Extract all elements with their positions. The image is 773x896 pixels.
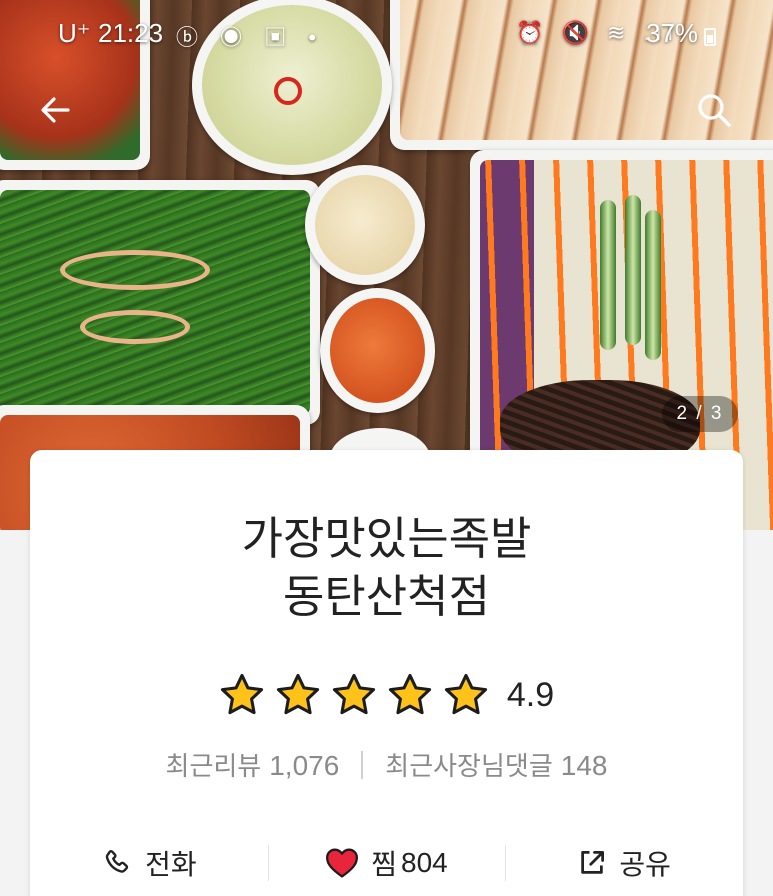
phone-icon xyxy=(105,849,129,873)
store-name: 가장맛있는족발 동탄산척점 xyxy=(30,510,743,626)
rating-value: 4.9 xyxy=(506,675,555,714)
food-photo-shrimp-sauce-bowl xyxy=(320,288,435,413)
recent-reviews-count: 1,076 xyxy=(269,750,340,781)
action-bar: 전화 찜 804 공유 xyxy=(30,835,743,891)
food-photo-chive-tray xyxy=(0,180,320,425)
star-icon xyxy=(276,673,319,715)
share-button[interactable]: 공유 xyxy=(505,835,743,891)
gallery-page-indicator: 2 / 3 xyxy=(662,396,738,432)
battery-icon xyxy=(704,28,716,46)
recent-reviews[interactable]: 최근리뷰 1,076 xyxy=(166,746,340,783)
favorite-count: 804 xyxy=(401,847,448,878)
share-label: 공유 xyxy=(619,848,671,881)
owner-replies-label: 최근사장님댓글 xyxy=(385,752,553,782)
review-stats[interactable]: 최근리뷰 1,076 최근사장님댓글 148 xyxy=(30,746,743,783)
battery-percent: 37% xyxy=(646,18,699,48)
store-info-card: 가장맛있는족발 동탄산척점 4.9 최근리뷰 1,076 최근사장님댓글 148 전… xyxy=(30,450,743,896)
owner-replies-count: 148 xyxy=(560,750,608,781)
recent-reviews-label: 최근리뷰 xyxy=(165,752,262,782)
arrow-left-icon xyxy=(41,97,70,123)
star-icon xyxy=(332,673,375,715)
owner-replies[interactable]: 최근사장님댓글 148 xyxy=(385,746,607,783)
store-name-line1: 가장맛있는족발 xyxy=(241,512,532,565)
search-button[interactable] xyxy=(690,86,738,134)
store-name-line2: 동탄산척점 xyxy=(282,570,490,623)
share-icon xyxy=(581,851,605,874)
notification-icons: ⓑ ◉ ▣ • xyxy=(176,25,325,50)
call-label: 전화 xyxy=(145,848,197,881)
favorite-label: 찜 xyxy=(371,848,398,881)
star-icon xyxy=(444,673,487,715)
call-button[interactable]: 전화 xyxy=(30,835,268,891)
star-icon xyxy=(220,673,263,715)
rating-stars xyxy=(219,672,489,718)
back-button[interactable] xyxy=(32,86,80,134)
food-photo-garlic-bowl xyxy=(305,165,425,285)
stats-divider xyxy=(361,750,364,779)
status-bar: U⁺ 21:23 ⓑ ◉ ▣ • ⏰ 🔇 ≋ .ıl 37% xyxy=(0,10,773,58)
heart-icon xyxy=(326,848,359,878)
star-icon xyxy=(388,673,431,715)
favorite-button[interactable]: 찜 804 xyxy=(267,835,506,891)
carrier-label: U⁺ xyxy=(58,18,91,48)
store-rating: 4.9 xyxy=(30,672,743,718)
clock: 21:23 xyxy=(98,18,164,48)
search-icon xyxy=(698,94,731,127)
